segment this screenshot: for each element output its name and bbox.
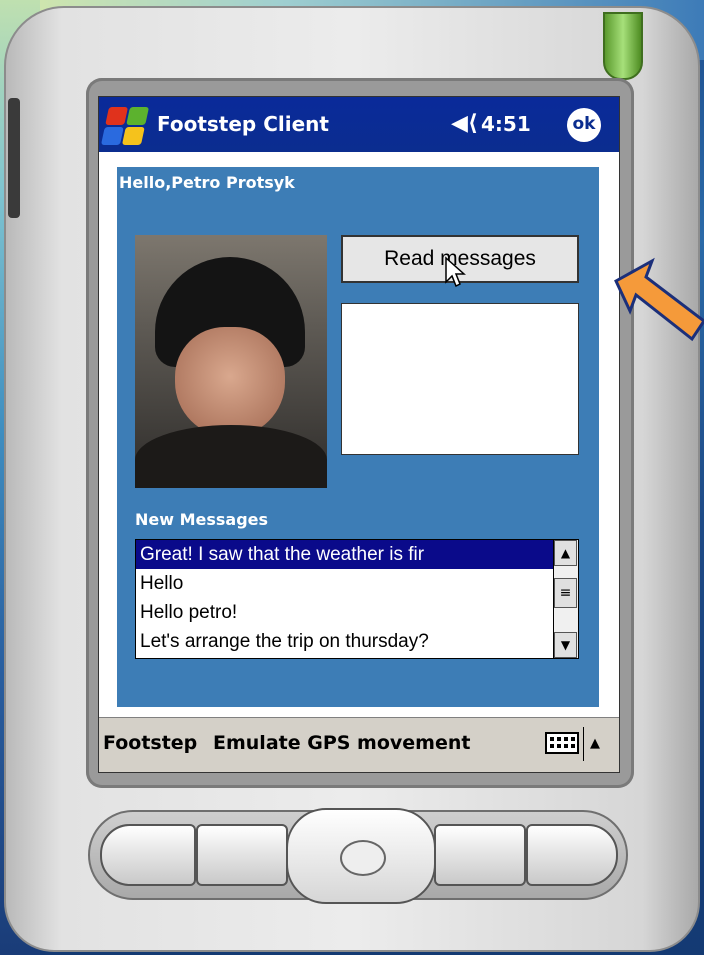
main-panel: Hello,Petro Protsyk Read messages New Me…: [117, 167, 599, 707]
new-messages-label: New Messages: [135, 510, 269, 529]
windows-flag-icon[interactable]: [100, 107, 150, 145]
keyboard-icon[interactable]: [545, 732, 579, 754]
scroll-down-icon[interactable]: ▼: [554, 632, 577, 658]
mouse-cursor-icon: [445, 256, 466, 288]
list-item[interactable]: Hello: [136, 569, 554, 598]
messages-listbox[interactable]: Great! I saw that the weather is fir Hel…: [135, 539, 579, 659]
emulate-gps-menu[interactable]: Emulate GPS movement: [213, 732, 470, 754]
message-detail-box[interactable]: [341, 303, 579, 455]
speaker-icon[interactable]: ◀⟨: [451, 111, 478, 136]
hardware-button-4[interactable]: [526, 824, 618, 886]
menu-bar: Footstep Emulate GPS movement ▲: [99, 717, 619, 772]
sip-arrow-icon[interactable]: ▲: [583, 727, 600, 761]
hardware-button-1[interactable]: [100, 824, 196, 886]
list-scrollbar[interactable]: ▲ ≡ ▼: [553, 540, 578, 658]
greeting-label: Hello,Petro Protsyk: [119, 173, 295, 192]
photo-coat: [135, 425, 327, 488]
list-item[interactable]: Let's arrange the trip on thursday?: [136, 627, 554, 656]
scroll-thumb[interactable]: ≡: [554, 578, 577, 608]
hardware-buttons: [88, 808, 628, 904]
dpad[interactable]: [286, 808, 436, 904]
scroll-up-icon[interactable]: ▲: [554, 540, 577, 566]
annotation-arrow-icon: [614, 257, 704, 342]
stylus: [603, 12, 643, 80]
user-photo: [135, 235, 327, 488]
photo-face: [175, 327, 285, 437]
messages-list: Great! I saw that the weather is fir Hel…: [136, 540, 554, 658]
list-item[interactable]: Hello petro!: [136, 598, 554, 627]
hardware-button-3[interactable]: [434, 824, 526, 886]
dpad-center-button[interactable]: [340, 840, 386, 876]
clock[interactable]: 4:51: [481, 112, 531, 136]
side-key[interactable]: [8, 98, 20, 218]
pda-screen: Footstep Client ◀⟨ 4:51 ok Hello,Petro P…: [98, 96, 620, 773]
app-title: Footstep Client: [157, 112, 329, 136]
list-item[interactable]: Great! I saw that the weather is fir: [136, 540, 554, 569]
footstep-menu[interactable]: Footstep: [103, 732, 197, 754]
ok-button[interactable]: ok: [567, 108, 601, 142]
hardware-button-2[interactable]: [196, 824, 288, 886]
title-bar: Footstep Client ◀⟨ 4:51 ok: [99, 97, 619, 152]
